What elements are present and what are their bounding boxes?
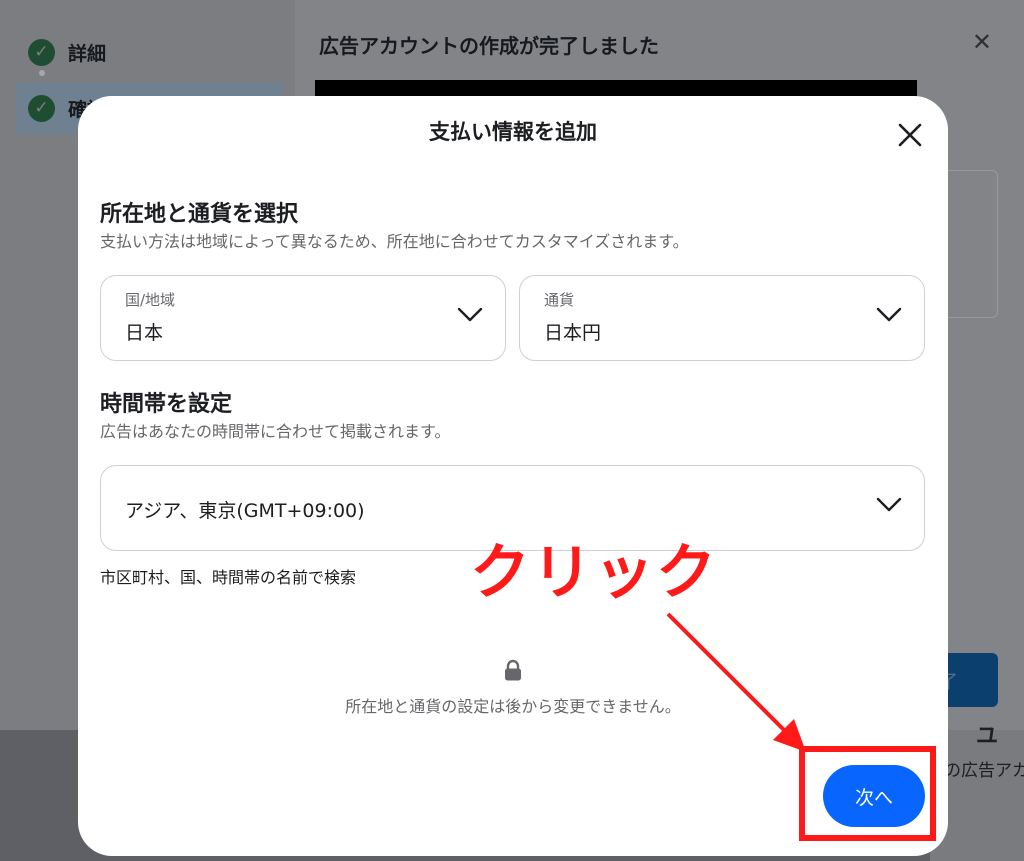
check-icon: ✓: [28, 94, 55, 122]
timezone-section-description: 広告はあなたの時間帯に合わせて掲載されます。: [100, 422, 451, 441]
close-icon: [898, 123, 922, 147]
chevron-down-icon: [876, 497, 902, 512]
currency-select-label: 通貨: [544, 291, 575, 309]
background-text-fragment: の広告アカ: [944, 761, 1024, 781]
close-button[interactable]: [893, 118, 927, 152]
lock-icon: [505, 659, 521, 681]
chevron-down-icon: [876, 307, 902, 322]
timezone-helper-text: 市区町村、国、時間帯の名前で検索: [100, 568, 357, 587]
background-heading-fragment: ユ: [976, 724, 999, 749]
lock-note: 所在地と通貨の設定は後から変更できません。: [345, 697, 681, 716]
timezone-section-title: 時間帯を設定: [100, 392, 233, 417]
currency-select-value: 日本円: [544, 322, 602, 344]
click-annotation-text: クリック: [470, 538, 718, 608]
chevron-down-icon: [457, 307, 483, 322]
country-select-label: 国/地域: [125, 291, 176, 309]
step-details[interactable]: ✓ 詳細: [16, 26, 282, 78]
country-select[interactable]: 国/地域 日本: [100, 275, 506, 361]
check-icon: ✓: [28, 38, 55, 66]
location-section-description: 支払い方法は地域によって異なるため、所在地に合わせてカスタマイズされます。: [100, 232, 689, 251]
step-label: 詳細: [68, 42, 107, 65]
dialog-title: 支払い情報を追加: [429, 120, 597, 144]
payment-info-dialog: 支払い情報を追加 所在地と通貨を選択 支払い方法は地域によって異なるため、所在地…: [78, 96, 948, 856]
click-highlight-box: [799, 746, 936, 841]
close-icon[interactable]: ✕: [972, 28, 992, 56]
step-connector: [39, 70, 45, 76]
location-section-title: 所在地と通貨を選択: [100, 202, 299, 227]
timezone-select-value: アジア、東京(GMT+09:00): [125, 500, 365, 522]
currency-select[interactable]: 通貨 日本円: [519, 275, 925, 361]
page-title: 広告アカウントの作成が完了しました: [319, 34, 659, 58]
country-select-value: 日本: [125, 322, 164, 344]
